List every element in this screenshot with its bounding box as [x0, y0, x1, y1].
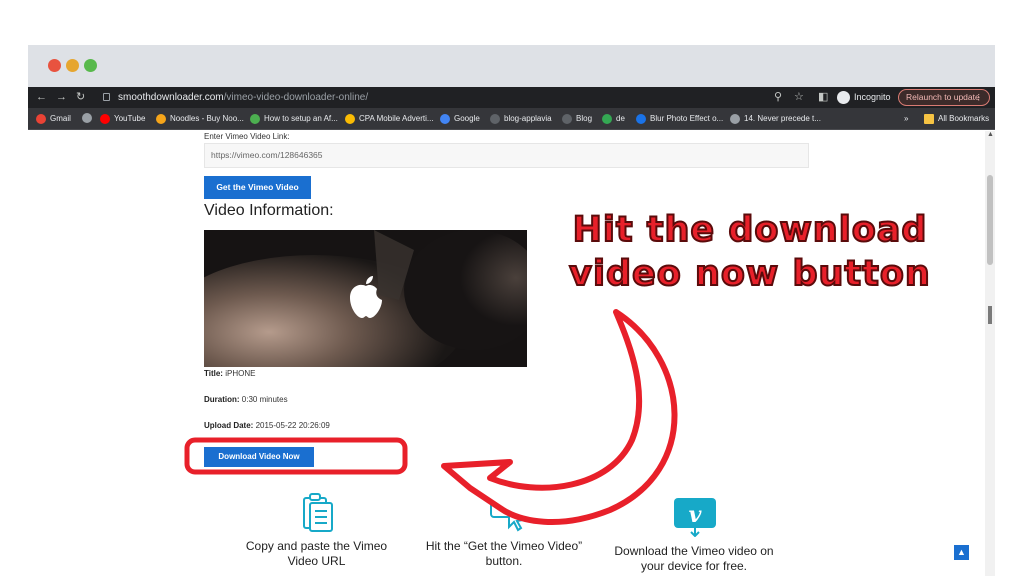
- feature-copy-paste: Copy and paste the Vimeo Video URL: [245, 539, 388, 568]
- blur-photo-icon: [636, 114, 646, 124]
- bookmark-cpa[interactable]: CPA Mobile Adverti...: [345, 113, 434, 125]
- gmail-icon: [36, 114, 46, 124]
- youtube-icon: [100, 114, 110, 124]
- window-title-bar: [28, 45, 995, 87]
- bookmark-gmail[interactable]: Gmail: [36, 113, 71, 125]
- video-upload-date-row: Upload Date: 2015-05-22 20:26:09: [204, 421, 330, 430]
- folder-icon: [924, 114, 934, 124]
- back-arrow-icon[interactable]: ←: [36, 90, 47, 104]
- bookmark-blog[interactable]: Blog: [562, 113, 592, 125]
- relaunch-button[interactable]: Relaunch to update ⋮: [898, 89, 990, 106]
- page-content: Enter Vimeo Video Link: https://vimeo.co…: [28, 131, 985, 576]
- menu-dots-icon[interactable]: ⋮: [975, 90, 984, 105]
- de-icon: [602, 114, 612, 124]
- bookmark-star-icon[interactable]: ☆: [794, 90, 804, 104]
- relaunch-label: Relaunch to update: [906, 92, 980, 102]
- apple-icon: [730, 114, 740, 124]
- bookmark-affiliate[interactable]: How to setup an Af...: [250, 113, 338, 125]
- blog-icon: [562, 114, 572, 124]
- bookmark-blur-photo[interactable]: Blur Photo Effect o...: [636, 113, 723, 125]
- vimeo-url-input[interactable]: https://vimeo.com/128646365: [204, 143, 809, 168]
- screenshot-frame: ← → ↻ smoothdownloader.com/vimeo-video-d…: [0, 0, 1024, 576]
- video-title-value: iPHONE: [225, 369, 256, 378]
- apple-logo-icon: [350, 276, 382, 318]
- click-button-icon: [490, 493, 526, 532]
- video-title-row: Title: iPHONE: [204, 369, 256, 378]
- back-to-top-button[interactable]: ▲: [954, 545, 969, 560]
- svg-text:v: v: [689, 502, 702, 528]
- reload-icon[interactable]: ↻: [76, 90, 85, 104]
- video-thumbnail: [204, 230, 527, 367]
- annotation-callout-text: Hit the download video now button: [568, 209, 931, 295]
- flag-icon: [250, 114, 260, 124]
- bookmark-de[interactable]: de: [602, 113, 625, 125]
- video-duration-value: 0:30 minutes: [241, 395, 288, 404]
- video-duration-row: Duration: 0:30 minutes: [204, 395, 288, 404]
- vimeo-download-icon: v: [674, 498, 716, 537]
- noodles-icon: [156, 114, 166, 124]
- incognito-indicator[interactable]: Incognito: [837, 90, 891, 104]
- bookmark-noodles[interactable]: Noodles - Buy Noo...: [156, 113, 244, 125]
- browser-toolbar: ← → ↻ smoothdownloader.com/vimeo-video-d…: [28, 87, 995, 108]
- bookmark-blog-applavia[interactable]: blog-applavia: [490, 113, 552, 125]
- bookmark-globe[interactable]: [82, 113, 92, 123]
- zoom-icon[interactable]: ⚲: [774, 90, 782, 104]
- download-video-now-button[interactable]: Download Video Now: [204, 447, 314, 467]
- scrollbar-marker: [988, 306, 992, 324]
- google-icon: [440, 114, 450, 124]
- blog-applavia-icon: [490, 114, 500, 124]
- bookmark-google[interactable]: Google: [440, 113, 480, 125]
- all-bookmarks-button[interactable]: All Bookmarks: [924, 113, 989, 125]
- page-scrollbar[interactable]: ▲: [985, 131, 995, 576]
- globe-icon: [82, 113, 92, 123]
- clipboard-icon: [303, 493, 333, 532]
- incognito-icon: [837, 90, 850, 104]
- address-bar[interactable]: smoothdownloader.com/vimeo-video-downloa…: [94, 89, 774, 106]
- url-path: /vimeo-video-downloader-online/: [223, 92, 369, 103]
- side-panel-icon[interactable]: ◧: [818, 90, 828, 104]
- forward-arrow-icon[interactable]: →: [56, 90, 67, 104]
- feature-download-free: Download the Vimeo video on your device …: [614, 544, 774, 573]
- video-information-heading: Video Information:: [204, 202, 334, 219]
- bookmarks-bar: Gmail YouTube Noodles - Buy Noo... How t…: [28, 108, 995, 130]
- scrollbar-thumb[interactable]: [987, 175, 993, 265]
- scroll-up-arrow-icon[interactable]: ▲: [987, 131, 994, 138]
- get-vimeo-video-button[interactable]: Get the Vimeo Video: [204, 176, 311, 199]
- minimize-window-button[interactable]: [66, 59, 79, 72]
- feature-hit-get-button: Hit the “Get the Vimeo Video” button.: [425, 539, 583, 568]
- bookmark-youtube[interactable]: YouTube: [100, 113, 145, 125]
- vimeo-link-label: Enter Vimeo Video Link:: [204, 132, 290, 141]
- more-bookmarks-button[interactable]: »: [904, 113, 908, 125]
- url-host: smoothdownloader.com: [118, 92, 224, 103]
- video-upload-date-value: 2015-05-22 20:26:09: [255, 421, 330, 430]
- bookmark-never-precede[interactable]: 14. Never precede t...: [730, 113, 821, 125]
- cpa-icon: [345, 114, 355, 124]
- lock-icon: [103, 93, 110, 101]
- close-window-button[interactable]: [48, 59, 61, 72]
- maximize-window-button[interactable]: [84, 59, 97, 72]
- incognito-label: Incognito: [854, 92, 891, 102]
